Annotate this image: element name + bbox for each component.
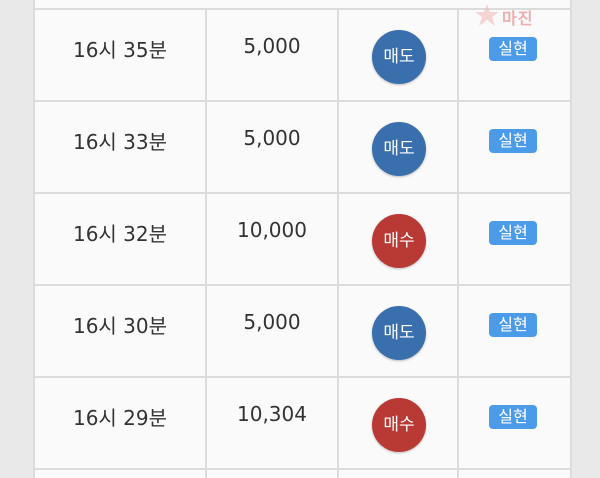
buy-badge: 매수 — [372, 398, 426, 452]
time-text: 16시 33분 — [72, 130, 168, 154]
trade-type-cell: 매도 — [339, 10, 459, 100]
time-cell: 16시 33분 — [35, 102, 207, 192]
quantity-cell: 5,000 — [207, 102, 339, 192]
quantity-text: 10,000 — [237, 218, 307, 242]
quantity-cell: 5,000 — [207, 286, 339, 376]
sell-badge: 매도 — [372, 122, 426, 176]
sell-badge: 매도 — [372, 306, 426, 360]
watermark-brand-text: 마진 — [502, 9, 534, 28]
status-badge: 실현 — [489, 221, 537, 245]
time-text: 16시 35분 — [72, 38, 168, 62]
screen-frame: 16시 35분 5,000 매도 실현 16시 33분 5,000 매도 실현 … — [0, 0, 600, 478]
column-divider — [35, 470, 207, 478]
quantity-cell: 10,000 — [207, 194, 339, 284]
time-cell: 16시 30분 — [35, 286, 207, 376]
sell-badge: 매도 — [372, 30, 426, 84]
trade-history-table: 16시 35분 5,000 매도 실현 16시 33분 5,000 매도 실현 … — [33, 0, 572, 478]
status-badge: 실현 — [489, 313, 537, 337]
star-icon — [475, 4, 499, 26]
status-badge: 실현 — [489, 37, 537, 61]
trade-type-cell: 매도 — [339, 286, 459, 376]
watermark-logo: 마진 — [472, 2, 596, 34]
quantity-cell: 5,000 — [207, 10, 339, 100]
table-row[interactable]: 16시 33분 5,000 매도 실현 — [35, 102, 570, 194]
column-divider — [339, 470, 459, 478]
status-cell: 실현 — [459, 378, 570, 468]
status-cell: 실현 — [459, 194, 570, 284]
table-row[interactable]: 16시 29분 10,304 매수 실현 — [35, 378, 570, 470]
quantity-text: 5,000 — [243, 126, 301, 150]
trade-type-cell: 매수 — [339, 194, 459, 284]
quantity-text: 10,304 — [237, 402, 307, 426]
status-badge: 실현 — [489, 405, 537, 429]
time-cell: 16시 29분 — [35, 378, 207, 468]
table-bottom-row-partial — [35, 470, 570, 478]
status-cell: 실현 — [459, 286, 570, 376]
time-text: 16시 30분 — [72, 314, 168, 338]
status-cell: 실현 — [459, 102, 570, 192]
quantity-cell: 10,304 — [207, 378, 339, 468]
status-badge: 실현 — [489, 129, 537, 153]
time-text: 16시 29분 — [72, 406, 168, 430]
trade-type-cell: 매수 — [339, 378, 459, 468]
time-text: 16시 32분 — [72, 222, 168, 246]
buy-badge: 매수 — [372, 214, 426, 268]
table-row[interactable]: 16시 32분 10,000 매수 실현 — [35, 194, 570, 286]
time-cell: 16시 35분 — [35, 10, 207, 100]
column-divider — [207, 470, 339, 478]
trade-type-cell: 매도 — [339, 102, 459, 192]
table-row[interactable]: 16시 30분 5,000 매도 실현 — [35, 286, 570, 378]
quantity-text: 5,000 — [243, 34, 301, 58]
quantity-text: 5,000 — [243, 310, 301, 334]
time-cell: 16시 32분 — [35, 194, 207, 284]
